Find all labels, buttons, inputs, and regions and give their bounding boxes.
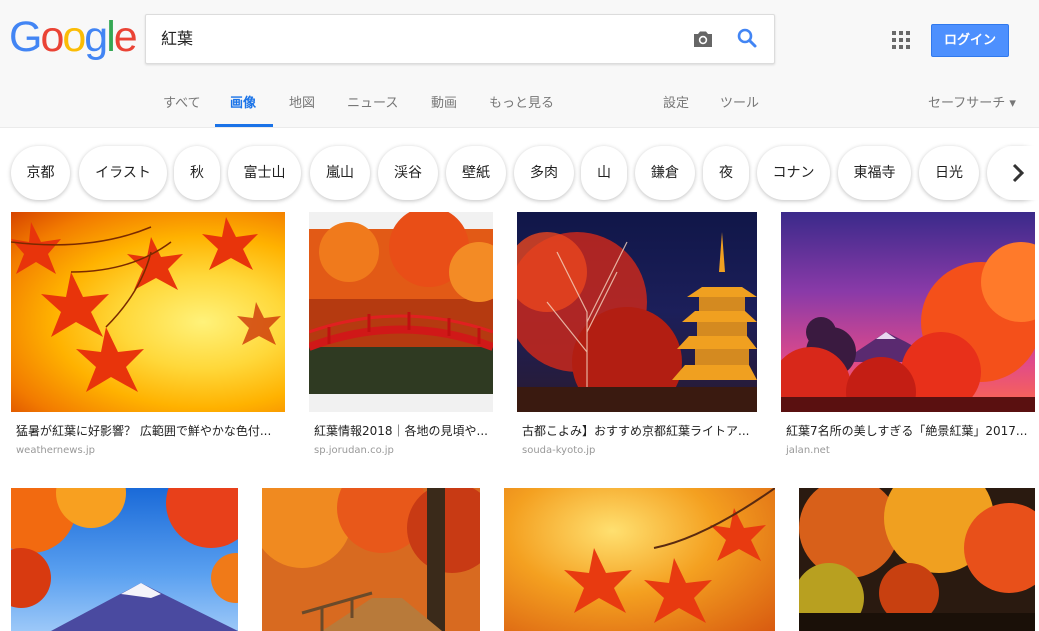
tab-settings[interactable]: 設定 (663, 92, 689, 128)
chip[interactable]: 多肉 (514, 146, 574, 200)
logo-letter: G (9, 13, 42, 61)
result-title[interactable]: 紅葉7名所の美しすぎる「絶景紅葉」2017... (786, 422, 1036, 439)
logo-letter: o (62, 13, 86, 61)
image-result[interactable] (799, 488, 1035, 631)
search-box[interactable]: 紅葉 (145, 14, 775, 64)
result-title[interactable]: 紅葉情報2018｜各地の見頃や... (314, 422, 494, 439)
camera-icon[interactable] (691, 27, 715, 51)
mountain-sunset-image (781, 242, 1035, 412)
tab-news[interactable]: ニュース (347, 92, 398, 128)
chip[interactable]: 夜 (703, 146, 749, 200)
pagoda-night-image (517, 232, 757, 412)
chip[interactable]: 秋 (174, 146, 220, 200)
result-site[interactable]: souda-kyoto.jp (522, 445, 595, 456)
image-result[interactable] (262, 488, 480, 631)
safe-search-dropdown[interactable]: セーフサーチ ▾ (928, 92, 1016, 111)
image-result[interactable]: 猛暑が紅葉に好影響？ 広範囲で鮮やかな色付... weathernews.jp (11, 212, 285, 462)
related-search-chips: 京都 イラスト 秋 富士山 嵐山 渓谷 壁紙 多肉 山 鎌倉 夜 コナン 東福寺… (0, 128, 1039, 212)
result-thumbnail[interactable] (799, 488, 1035, 631)
result-thumbnail[interactable] (11, 212, 285, 412)
search-icon[interactable] (735, 26, 759, 50)
chip[interactable]: 京都 (11, 146, 70, 200)
logo-letter: g (84, 13, 108, 61)
lit-autumn-trees-image (799, 488, 1035, 631)
google-logo[interactable]: Google (9, 12, 138, 62)
tab-videos[interactable]: 動画 (431, 92, 457, 128)
login-button[interactable]: ログイン (931, 24, 1009, 57)
result-title[interactable]: 猛暑が紅葉に好影響？ 広範囲で鮮やかな色付... (16, 422, 280, 439)
tab-tools[interactable]: ツール (720, 92, 759, 128)
chip[interactable]: 山 (581, 146, 627, 200)
chip[interactable]: 富士山 (228, 146, 301, 200)
result-site[interactable]: weathernews.jp (16, 445, 95, 456)
chip[interactable]: 日光 (919, 146, 979, 200)
result-site[interactable]: jalan.net (786, 445, 830, 456)
tab-images[interactable]: 画像 (230, 92, 256, 128)
chip[interactable]: 壁紙 (446, 146, 506, 200)
logo-letter: o (40, 13, 64, 61)
result-thumbnail[interactable] (504, 488, 775, 631)
forest-path-image (262, 488, 480, 631)
header-bar: Google 紅葉 ログイン すべて 画像 地図 ニュース 動画 もっと見る 設… (0, 0, 1039, 128)
tab-all[interactable]: すべて (163, 92, 201, 128)
maple-closeup-image (564, 488, 775, 623)
result-thumbnail[interactable] (781, 212, 1035, 412)
tab-maps[interactable]: 地図 (289, 92, 315, 128)
maple-leaves-image (11, 217, 281, 392)
image-result[interactable] (504, 488, 775, 631)
chip[interactable]: 渓谷 (378, 146, 438, 200)
red-bridge-image (309, 212, 493, 394)
result-thumbnail[interactable] (262, 488, 480, 631)
result-thumbnail[interactable] (309, 212, 493, 412)
chip[interactable]: 嵐山 (310, 146, 370, 200)
image-result[interactable]: 紅葉7名所の美しすぎる「絶景紅葉」2017... jalan.net (781, 212, 1035, 462)
logo-letter: l (106, 13, 115, 61)
chip[interactable]: 東福寺 (838, 146, 911, 200)
chip[interactable]: コナン (757, 146, 830, 200)
image-result[interactable]: 紅葉情報2018｜各地の見頃や... sp.jorudan.co.jp (309, 212, 493, 462)
search-input[interactable]: 紅葉 (161, 15, 193, 63)
active-tab-indicator (215, 124, 273, 127)
chip-scroll-right[interactable] (1000, 146, 1039, 200)
chip[interactable]: 鎌倉 (635, 146, 695, 200)
result-site[interactable]: sp.jorudan.co.jp (314, 445, 394, 456)
apps-grid-icon[interactable] (892, 31, 910, 49)
chip[interactable]: イラスト (79, 146, 167, 200)
logo-letter: e (113, 13, 138, 61)
mount-fuji-image (11, 488, 238, 631)
result-thumbnail[interactable] (11, 488, 238, 631)
chevron-right-icon (1012, 163, 1025, 183)
image-result[interactable]: 古都こよみ】おすすめ京都紅葉ライトア... souda-kyoto.jp (517, 212, 757, 462)
tab-more[interactable]: もっと見る (489, 92, 554, 128)
image-result[interactable] (11, 488, 238, 631)
result-title[interactable]: 古都こよみ】おすすめ京都紅葉ライトア... (522, 422, 758, 439)
result-thumbnail[interactable] (517, 212, 757, 412)
